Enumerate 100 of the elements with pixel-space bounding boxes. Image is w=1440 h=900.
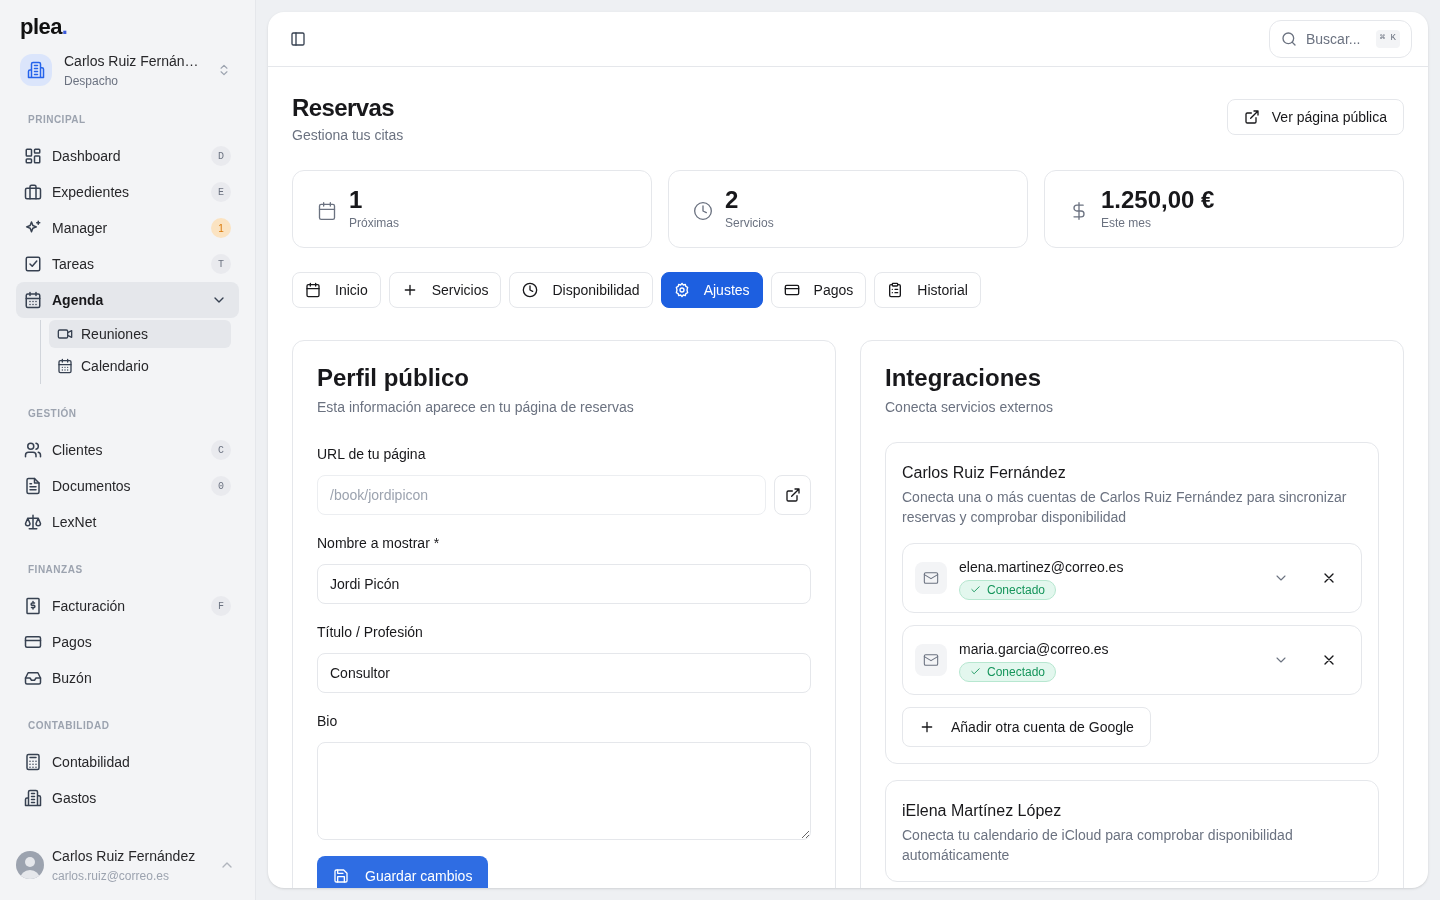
section-heading: GESTIÓN [27, 406, 78, 421]
section-heading: CONTABILIDAD [27, 719, 111, 733]
nav-item[interactable]: Contabilidad [16, 744, 239, 780]
stat-label: Servicios [725, 215, 774, 232]
stat-value: 1 [349, 186, 364, 214]
card-icon [783, 282, 800, 298]
stat-value: 2 [725, 186, 740, 214]
plus-icon [919, 719, 935, 735]
receipt-icon [24, 597, 42, 615]
tab[interactable]: Ajustes [660, 272, 763, 308]
nav-subitem[interactable]: Reuniones [49, 320, 231, 348]
save-button[interactable]: Guardar cambios [317, 856, 489, 888]
user-email: carlos.ruiz@correo.es [52, 867, 170, 885]
calendar-icon [24, 291, 42, 309]
inbox-icon [24, 669, 42, 687]
section-heading: FINANZAS [27, 563, 84, 577]
nav-item[interactable]: Tareas T [16, 246, 239, 282]
external-link-icon [784, 487, 801, 503]
mail-icon [923, 652, 939, 668]
section-heading: PRINCIPAL [27, 113, 87, 127]
tab[interactable]: Pagos [770, 272, 867, 308]
document-icon [24, 477, 42, 495]
url-field[interactable]: /book/jordipicon [317, 475, 766, 515]
account-email: elena.martinez@correo.es [959, 557, 1124, 577]
check-icon [970, 666, 981, 677]
text-field[interactable]: Jordi Picón [317, 564, 811, 604]
logo-dot: . [61, 13, 68, 41]
external-link-icon [1243, 109, 1260, 125]
checkbox-icon [24, 255, 42, 273]
shortcut-hint: ⌘ K [1375, 30, 1400, 48]
provider-name: iElena Martínez López [902, 801, 1063, 821]
clipboard-icon [887, 282, 904, 298]
card-title: Perfil público [317, 363, 470, 393]
card-title: Integraciones [885, 363, 1043, 393]
provider-name: Carlos Ruiz Fernández [902, 463, 1067, 483]
nav-item[interactable]: Documentos 0 [16, 468, 239, 504]
briefcase-icon [24, 183, 42, 201]
panel-icon [290, 31, 306, 47]
nav-item[interactable]: Clientes C [16, 432, 239, 468]
shortcut-hint: D [211, 146, 231, 166]
tab[interactable]: Disponibilidad [509, 272, 653, 308]
settings-icon [673, 282, 690, 298]
shortcut-hint: T [211, 254, 231, 274]
nav-item[interactable]: Pagos [16, 624, 239, 660]
stat-label: Este mes [1101, 215, 1152, 232]
status-badge: Conectado [959, 661, 1057, 682]
calculator-icon [24, 753, 42, 771]
nav-item[interactable]: Dashboard D [16, 138, 239, 174]
clock-icon [693, 201, 713, 221]
provider-description: Conecta una o más cuentas de Carlos Ruiz Fernández para sincronizar reservas y comprobar disponibilidad [902, 488, 1348, 527]
search-icon [1281, 31, 1297, 47]
building-icon [27, 61, 45, 79]
tab[interactable]: Servicios [388, 272, 502, 308]
mail-icon [923, 570, 939, 586]
open-link-button[interactable] [774, 475, 811, 515]
nav-item[interactable]: Manager 1 [16, 210, 239, 246]
provider-description: Conecta tu calendario de iCloud para comprobar disponibilidad automáticamente [902, 826, 1294, 865]
check-icon [970, 584, 981, 595]
shortcut-hint: 0 [211, 476, 231, 496]
dashboard-icon [24, 147, 42, 165]
user-name: Carlos Ruiz Fernández [52, 846, 197, 866]
nav-subitem[interactable]: Calendario [49, 352, 231, 380]
card-icon [24, 633, 42, 651]
public-page-button[interactable]: Ver página pública [1226, 99, 1404, 135]
nav-item[interactable]: Facturación F [16, 588, 239, 624]
nav-item[interactable]: Expedientes E [16, 174, 239, 210]
workspace-switcher[interactable]: Carlos Ruiz Fernán… Despacho [16, 46, 239, 94]
calendar-icon [305, 282, 321, 298]
shortcut-hint: E [211, 182, 231, 202]
logo-text: plea [20, 13, 62, 41]
nav-item[interactable]: Buzón [16, 660, 239, 696]
workspace-type: Despacho [64, 72, 120, 90]
tab[interactable]: Historial [874, 272, 981, 308]
nav-item[interactable]: LexNet [16, 504, 239, 540]
calendar-icon [317, 201, 337, 221]
calendar-icon [57, 358, 73, 374]
tab[interactable]: Inicio [292, 272, 381, 308]
field-label: Título / Profesión [317, 623, 424, 642]
avatar [16, 851, 44, 879]
text-field[interactable]: Consultor [317, 653, 811, 693]
field-label: URL de tu página [317, 445, 427, 464]
workspace-name: Carlos Ruiz Fernán… [64, 51, 200, 71]
card-subtitle: Conecta servicios externos [885, 398, 1055, 417]
bio-field[interactable] [317, 742, 811, 840]
card-subtitle: Esta información aparece en tu página de reservas [317, 398, 635, 417]
shortcut-hint: C [211, 440, 231, 460]
stat-label: Próximas [349, 215, 399, 232]
building-icon [24, 789, 42, 807]
stat-value: 1.250,00 € [1101, 186, 1215, 214]
field-label: Bio [317, 712, 339, 731]
shortcut-hint: F [211, 596, 231, 616]
nav-item[interactable]: Agenda [16, 282, 239, 318]
account-email: maria.garcia@correo.es [959, 639, 1109, 659]
count-badge: 1 [211, 218, 231, 238]
page-subtitle: Gestiona tus citas [292, 126, 404, 145]
users-icon [24, 441, 42, 459]
video-camera-icon [57, 326, 73, 342]
status-badge: Conectado [959, 579, 1057, 600]
nav-item[interactable]: Gastos [16, 780, 239, 816]
add-account-button[interactable]: Añadir otra cuenta de Google [902, 707, 1151, 747]
